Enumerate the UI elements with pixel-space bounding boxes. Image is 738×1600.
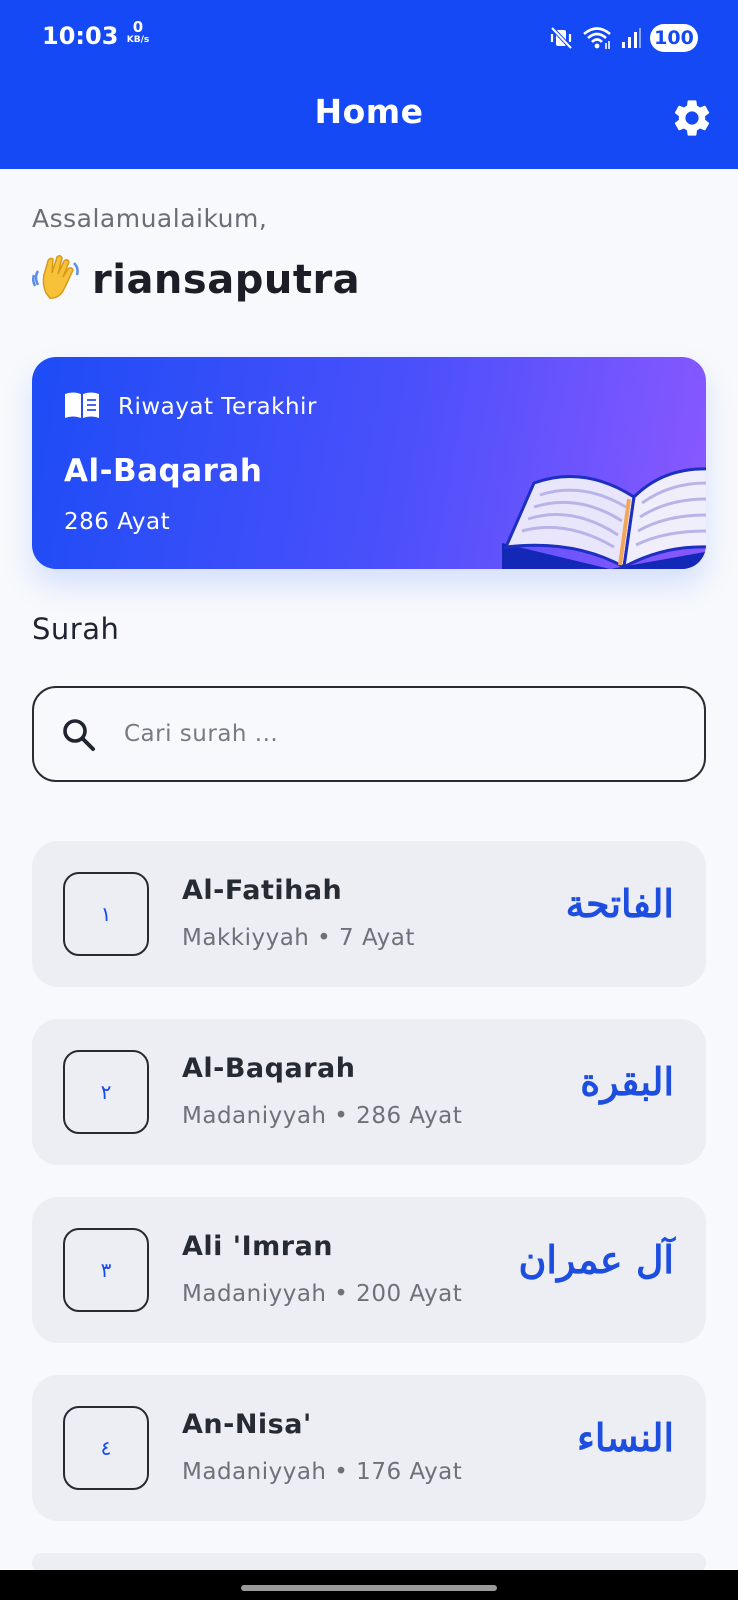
surah-arabic-name: آل عمران bbox=[518, 1237, 674, 1282]
surah-number-badge: ٤ bbox=[63, 1406, 149, 1490]
network-speed: 0 KB/s bbox=[123, 18, 153, 46]
surah-name: Ali 'Imran bbox=[182, 1231, 334, 1262]
signal-icon bbox=[620, 26, 642, 50]
status-time: 10:03 bbox=[42, 22, 119, 50]
surah-name: An-Nisa' bbox=[182, 1409, 312, 1440]
surah-list-item[interactable]: ١ Al-Fatihah Makkiyyah • 7 Ayat الفاتحة bbox=[32, 841, 706, 987]
vibrate-off-icon bbox=[548, 25, 574, 51]
surah-meta: Madaniyyah • 200 Ayat bbox=[182, 1281, 463, 1307]
section-title-surah: Surah bbox=[32, 612, 120, 646]
surah-number-badge: ٢ bbox=[63, 1050, 149, 1134]
quran-book-illustration bbox=[494, 447, 706, 569]
user-name: riansaputra bbox=[92, 257, 361, 303]
waving-hand-icon bbox=[31, 253, 80, 307]
surah-arabic-name: البقرة bbox=[580, 1059, 674, 1104]
greeting-text: Assalamualaikum, bbox=[32, 204, 268, 233]
surah-arabic-name: النساء bbox=[577, 1415, 674, 1460]
surah-number-badge: ١ bbox=[63, 872, 149, 956]
gear-icon bbox=[670, 100, 714, 144]
last-read-header: Riwayat Terakhir bbox=[64, 391, 317, 423]
last-read-label: Riwayat Terakhir bbox=[118, 394, 317, 420]
surah-name: Al-Baqarah bbox=[182, 1053, 356, 1084]
network-speed-unit: KB/s bbox=[126, 35, 150, 45]
battery-indicator: 100 bbox=[650, 24, 698, 52]
surah-list-item[interactable]: ٢ Al-Baqarah Madaniyyah • 286 Ayat البقر… bbox=[32, 1019, 706, 1165]
surah-list-item[interactable]: ٤ An-Nisa' Madaniyyah • 176 Ayat النساء bbox=[32, 1375, 706, 1521]
surah-list-item[interactable]: ٣ Ali 'Imran Madaniyyah • 200 Ayat آل عم… bbox=[32, 1197, 706, 1343]
last-read-surah: Al-Baqarah bbox=[64, 453, 263, 489]
surah-meta: Madaniyyah • 176 Ayat bbox=[182, 1459, 463, 1485]
status-bar: 10:03 0 KB/s 100 bbox=[0, 0, 738, 80]
gesture-handle[interactable] bbox=[241, 1585, 497, 1591]
search-input[interactable] bbox=[124, 712, 684, 756]
last-read-card[interactable]: Riwayat Terakhir Al-Baqarah 286 Ayat bbox=[32, 357, 706, 569]
search-bar[interactable] bbox=[32, 686, 706, 782]
last-read-ayat: 286 Ayat bbox=[64, 509, 171, 535]
surah-number-badge: ٣ bbox=[63, 1228, 149, 1312]
surah-meta: Makkiyyah • 7 Ayat bbox=[182, 925, 415, 951]
wifi-icon bbox=[582, 25, 612, 51]
surah-name: Al-Fatihah bbox=[182, 875, 343, 906]
surah-arabic-name: الفاتحة bbox=[565, 881, 674, 926]
page-title: Home bbox=[314, 92, 424, 131]
open-book-icon bbox=[64, 391, 100, 423]
user-row: riansaputra bbox=[31, 253, 361, 307]
surah-meta: Madaniyyah • 286 Ayat bbox=[182, 1103, 463, 1129]
network-speed-value: 0 bbox=[132, 18, 144, 36]
settings-button[interactable] bbox=[670, 96, 714, 140]
app-header: 10:03 0 KB/s 100 Home bbox=[0, 0, 738, 169]
status-icons: 100 bbox=[548, 22, 698, 54]
